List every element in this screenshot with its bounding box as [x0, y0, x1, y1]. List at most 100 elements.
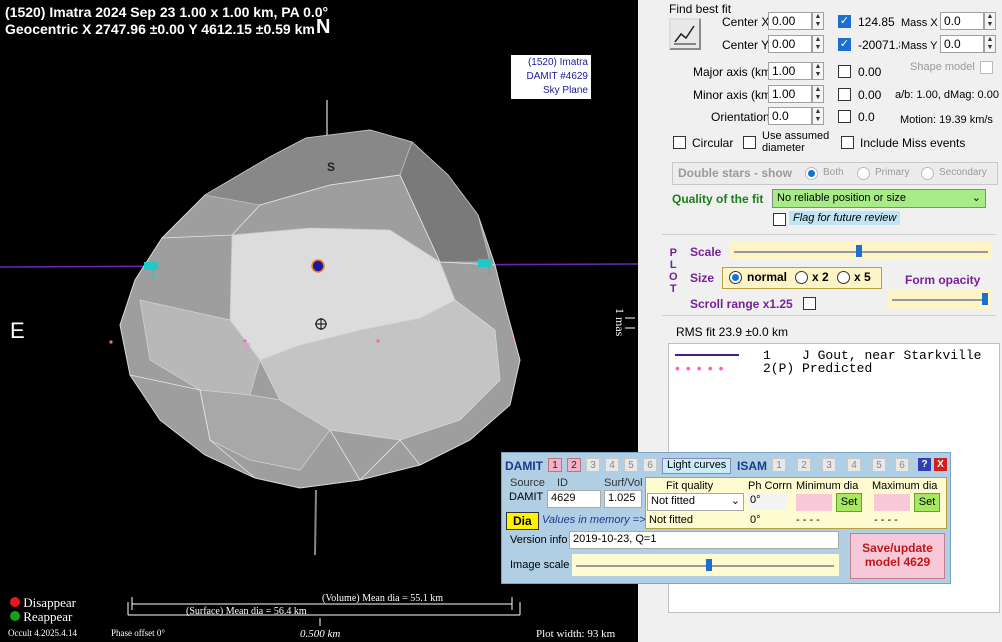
- isam-tab-6[interactable]: 6: [895, 458, 909, 472]
- mass-y-spinner[interactable]: ▲ ▼: [984, 35, 996, 53]
- orientation-spinner[interactable]: ▲ ▼: [812, 107, 824, 125]
- x5-radio[interactable]: [837, 271, 850, 284]
- save-update-button[interactable]: Save/update model 4629: [850, 533, 945, 579]
- center-x-checkbox[interactable]: [838, 15, 851, 28]
- surfvol-field[interactable]: 1.025: [604, 490, 642, 508]
- damit-tab-1[interactable]: 1: [548, 458, 562, 472]
- damit-tab-3[interactable]: 3: [586, 458, 600, 472]
- min-dia-field[interactable]: [796, 494, 832, 511]
- use-assumed-label: Use assumed diameter: [762, 130, 830, 154]
- id-field[interactable]: 4629: [547, 490, 601, 508]
- secondary-label: Secondary: [939, 167, 987, 178]
- rms-fit: RMS fit 23.9 ±0.0 km: [676, 325, 788, 339]
- find-best-fit-button[interactable]: [669, 18, 701, 50]
- x2-label: x 2: [812, 270, 829, 284]
- list-item: 2(P) Predicted: [763, 361, 873, 376]
- plot-width: Plot width: 93 km: [536, 628, 616, 640]
- chord-label: 1: [150, 268, 157, 280]
- major-axis-spinner[interactable]: ▲ ▼: [812, 62, 824, 80]
- max-dia-set-button[interactable]: Set: [914, 493, 940, 512]
- center-y-checkbox[interactable]: [838, 38, 851, 51]
- mass-x-spinner[interactable]: ▲ ▼: [984, 12, 996, 30]
- max-dia-header: Maximum dia: [872, 480, 938, 492]
- isam-tab-4[interactable]: 4: [847, 458, 861, 472]
- secondary-radio[interactable]: [921, 167, 934, 180]
- south-label: S: [327, 160, 336, 174]
- ph-corrn-field[interactable]: 0°: [748, 494, 788, 510]
- isam-tab-2[interactable]: 2: [797, 458, 811, 472]
- id-header: ID: [557, 477, 568, 489]
- isam-tab-1[interactable]: 1: [772, 458, 786, 472]
- damit-tab-4[interactable]: 4: [605, 458, 619, 472]
- image-scale-slider[interactable]: [572, 554, 839, 576]
- flag-review-checkbox[interactable]: [773, 213, 786, 226]
- major-axis-checkbox[interactable]: [838, 65, 851, 78]
- fit-quality-header: Fit quality: [666, 480, 714, 492]
- plot-header-line1: (1520) Imatra 2024 Sep 23 1.00 x 1.00 km…: [5, 4, 329, 20]
- light-curves-button[interactable]: Light curves: [662, 458, 732, 474]
- isam-tab-3[interactable]: 3: [822, 458, 836, 472]
- circular-checkbox[interactable]: [673, 136, 686, 149]
- help-button[interactable]: ?: [918, 458, 931, 471]
- minor-axis-input[interactable]: 1.00: [768, 85, 812, 103]
- ph-corrn-header: Ph Corrn: [748, 480, 793, 492]
- orientation-checkbox[interactable]: [838, 110, 851, 123]
- damit-tab-6[interactable]: 6: [643, 458, 657, 472]
- center-x-fit-value: 124.85: [858, 15, 895, 29]
- version-info-field[interactable]: 2019-10-23, Q=1: [569, 531, 839, 549]
- quality-label: Quality of the fit: [672, 192, 764, 206]
- dia-button[interactable]: Dia: [506, 512, 539, 530]
- source-header: Source: [510, 477, 545, 489]
- object-tag: (1520) Imatra DAMIT #4629 Sky Plane: [511, 55, 591, 99]
- min-dia-set-button[interactable]: Set: [836, 493, 862, 512]
- memory-min-dia: - - - -: [796, 514, 820, 526]
- minor-axis-checkbox[interactable]: [838, 88, 851, 101]
- center-x-spinner[interactable]: ▲ ▼: [812, 12, 824, 30]
- image-scale-thumb[interactable]: [706, 559, 712, 571]
- damit-tab-5[interactable]: 5: [624, 458, 638, 472]
- memory-fit-quality: Not fitted: [649, 514, 694, 526]
- double-stars-label: Double stars - show: [678, 166, 793, 180]
- center-y-spinner[interactable]: ▲ ▼: [812, 35, 824, 53]
- minor-axis-spinner[interactable]: ▲ ▼: [812, 85, 824, 103]
- version-label: Occult 4.2025.4.14: [8, 628, 77, 638]
- scale-thumb[interactable]: [856, 245, 862, 257]
- close-button[interactable]: X: [934, 458, 947, 471]
- primary-radio[interactable]: [857, 167, 870, 180]
- use-assumed-checkbox[interactable]: [743, 136, 756, 149]
- source-value: DAMIT: [509, 491, 544, 503]
- center-y-input[interactable]: 0.00: [768, 35, 812, 53]
- scale-label-ctl: Scale: [690, 245, 722, 259]
- orientation-input[interactable]: 0.0: [768, 107, 812, 125]
- legend: Disappear Reappear: [10, 596, 76, 624]
- max-dia-field[interactable]: [874, 494, 910, 511]
- opacity-thumb[interactable]: [982, 293, 988, 305]
- quality-dropdown[interactable]: No reliable position or size ⌄: [772, 189, 986, 208]
- orientation-label: Orientation: [711, 110, 770, 124]
- scroll-range-label: Scroll range x1.25: [690, 297, 793, 311]
- both-label: Both: [823, 167, 844, 178]
- mass-x-input[interactable]: 0.0: [940, 12, 984, 30]
- size-label: Size: [690, 271, 715, 285]
- legend-reappear: Reappear: [23, 609, 73, 624]
- center-x-input[interactable]: 0.00: [768, 12, 812, 30]
- center-y-label: Center Y: [722, 38, 770, 52]
- scroll-range-checkbox[interactable]: [803, 297, 816, 310]
- both-radio[interactable]: [805, 167, 818, 180]
- normal-radio[interactable]: [729, 271, 742, 284]
- x2-radio[interactable]: [795, 271, 808, 284]
- isam-tab-5[interactable]: 5: [872, 458, 886, 472]
- damit-tab-2[interactable]: 2: [567, 458, 581, 472]
- tag-line: DAMIT #4629: [526, 71, 588, 82]
- volume-dia: (Volume) Mean dia = 55.1 km: [322, 593, 443, 604]
- scale-slider[interactable]: [730, 242, 992, 260]
- double-stars-box: Double stars - show Both Primary Seconda…: [672, 162, 998, 185]
- chevron-down-icon: ⌄: [730, 495, 740, 507]
- shape-model-checkbox[interactable]: [980, 61, 993, 74]
- include-miss-checkbox[interactable]: [841, 136, 854, 149]
- opacity-slider[interactable]: [888, 289, 992, 309]
- minor-axis-label: Minor axis (km): [693, 88, 776, 102]
- major-axis-input[interactable]: 1.00: [768, 62, 812, 80]
- fit-quality-dropdown[interactable]: Not fitted ⌄: [647, 493, 744, 511]
- mass-y-input[interactable]: 0.0: [940, 35, 984, 53]
